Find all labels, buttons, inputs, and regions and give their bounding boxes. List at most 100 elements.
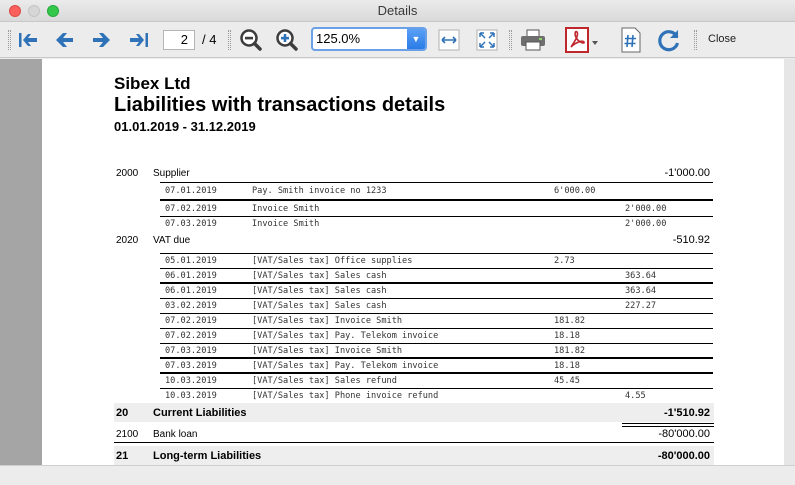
transaction-date: 05.01.2019 — [165, 256, 217, 266]
zoom-select[interactable]: 125.0% ▼ — [311, 27, 427, 51]
toolbar-grip — [694, 30, 697, 50]
total-name: Long-term Liabilities — [153, 450, 262, 462]
transaction-date: 07.03.2019 — [165, 361, 217, 371]
transaction-date: 07.02.2019 — [165, 331, 217, 341]
transaction-row: 07.02.2019 Invoice Smith 2'000.00 — [160, 201, 713, 216]
total-balance: -1'510.92 — [663, 407, 710, 419]
transaction-row: 10.03.2019 [VAT/Sales tax] Sales refund … — [160, 373, 713, 388]
prev-page-button[interactable] — [52, 26, 76, 54]
page-number-input[interactable]: 2 — [163, 30, 195, 50]
toolbar: 2 / 4 125.0% ▼ Close — [0, 22, 795, 58]
transaction-text: [VAT/Sales tax] Sales cash — [252, 271, 387, 281]
page-total-label: / 4 — [202, 32, 217, 47]
report-page: Sibex Ltd Liabilities with transactions … — [42, 59, 784, 465]
details-window: Details 2 / 4 125.0% ▼ Close Sibex Ltd L… — [0, 0, 795, 485]
next-page-icon — [93, 33, 110, 47]
transaction-date: 10.03.2019 — [165, 391, 217, 401]
transaction-text: [VAT/Sales tax] Sales cash — [252, 286, 387, 296]
transaction-row: 03.02.2019 [VAT/Sales tax] Sales cash 22… — [160, 298, 713, 313]
transaction-debit: 18.18 — [554, 331, 580, 341]
transaction-text: [VAT/Sales tax] Phone invoice refund — [252, 391, 439, 401]
transaction-date: 03.02.2019 — [165, 301, 217, 311]
total-row: 21 Long-term Liabilities -80'000.00 — [114, 446, 714, 465]
first-page-icon — [19, 33, 37, 47]
report-company: Sibex Ltd — [114, 74, 191, 93]
account-row: 2020 VAT due -510.92 — [114, 233, 714, 248]
print-button[interactable] — [518, 26, 548, 54]
account-name: Supplier — [153, 168, 190, 179]
transaction-row: 07.03.2019 [VAT/Sales tax] Invoice Smith… — [160, 343, 713, 358]
report-period: 01.01.2019 - 31.12.2019 — [114, 119, 256, 134]
transaction-date: 07.02.2019 — [165, 316, 217, 326]
transaction-debit: 6'000.00 — [554, 186, 596, 196]
transaction-text: [VAT/Sales tax] Pay. Telekom invoice — [252, 361, 439, 371]
transaction-row: 10.03.2019 [VAT/Sales tax] Phone invoice… — [160, 388, 713, 403]
transaction-date: 06.01.2019 — [165, 286, 217, 296]
transaction-debit: 181.82 — [554, 346, 586, 356]
next-page-button[interactable] — [90, 26, 114, 54]
transaction-debit: 181.82 — [554, 316, 586, 326]
transaction-date: 07.03.2019 — [165, 219, 217, 229]
transaction-text: [VAT/Sales tax] Invoice Smith — [252, 316, 403, 326]
toolbar-grip — [8, 30, 11, 50]
transaction-row: 07.02.2019 [VAT/Sales tax] Invoice Smith… — [160, 313, 713, 328]
export-pdf-button[interactable] — [562, 26, 602, 54]
page-number-button[interactable] — [618, 26, 644, 54]
transaction-text: [VAT/Sales tax] Office supplies — [252, 256, 413, 266]
toolbar-grip — [228, 30, 231, 50]
title-bar: Details — [0, 0, 795, 22]
chevron-down-icon[interactable]: ▼ — [407, 29, 425, 49]
transaction-credit: 363.64 — [625, 271, 657, 281]
total-code: 20 — [116, 407, 129, 419]
report-title: Liabilities with transactions details — [114, 94, 446, 116]
close-button[interactable]: Close — [708, 33, 736, 45]
refresh-icon — [658, 30, 680, 52]
refresh-button[interactable] — [655, 26, 683, 54]
status-bar — [0, 465, 795, 485]
transaction-text: Invoice Smith — [252, 204, 320, 214]
transaction-text: Invoice Smith — [252, 219, 320, 229]
transaction-row: 07.03.2019 Invoice Smith 2'000.00 — [160, 216, 713, 231]
account-code: 2020 — [116, 235, 139, 246]
window-title: Details — [377, 3, 418, 18]
pdf-icon — [565, 27, 598, 53]
zoom-out-button[interactable] — [238, 26, 264, 54]
zoom-in-button[interactable] — [274, 26, 300, 54]
transaction-credit: 2'000.00 — [625, 204, 667, 214]
transaction-row: 07.02.2019 [VAT/Sales tax] Pay. Telekom … — [160, 328, 713, 343]
zoom-in-icon — [276, 29, 298, 51]
account-balance: -80'000.00 — [658, 428, 710, 440]
row-separator — [114, 442, 714, 443]
total-row: 20 Current Liabilities -1'510.92 — [114, 403, 714, 422]
transaction-debit: 18.18 — [554, 361, 580, 371]
transaction-credit: 4.55 — [625, 391, 646, 401]
account-row: 2000 Supplier -1'000.00 — [114, 166, 714, 181]
transaction-row: 07.03.2019 [VAT/Sales tax] Pay. Telekom … — [160, 358, 713, 373]
account-name: VAT due — [153, 235, 191, 246]
account-row: 2100 Bank loan -80'000.00 — [114, 427, 714, 442]
transaction-text: Pay. Smith invoice no 1233 — [252, 186, 387, 196]
document-view[interactable]: Sibex Ltd Liabilities with transactions … — [0, 59, 795, 465]
account-name: Bank loan — [153, 429, 198, 440]
vertical-scrollbar[interactable] — [784, 59, 795, 465]
document-margin-left — [0, 59, 42, 465]
transaction-date: 06.01.2019 — [165, 271, 217, 281]
transaction-credit: 363.64 — [625, 286, 657, 296]
fit-width-button[interactable] — [437, 26, 461, 54]
transaction-credit: 2'000.00 — [625, 219, 667, 229]
total-name: Current Liabilities — [153, 407, 247, 419]
account-code: 2000 — [116, 168, 139, 179]
transaction-text: [VAT/Sales tax] Invoice Smith — [252, 346, 403, 356]
transaction-text: [VAT/Sales tax] Sales cash — [252, 301, 387, 311]
account-balance: -510.92 — [672, 234, 710, 246]
transaction-row: 06.01.2019 [VAT/Sales tax] Sales cash 36… — [160, 283, 713, 298]
fit-page-icon — [476, 29, 498, 51]
fit-page-button[interactable] — [475, 26, 499, 54]
transaction-row: 05.01.2019 [VAT/Sales tax] Office suppli… — [160, 253, 713, 268]
first-page-button[interactable] — [16, 26, 40, 54]
last-page-button[interactable] — [127, 26, 151, 54]
zoom-out-icon — [240, 29, 262, 51]
transaction-debit: 45.45 — [554, 376, 580, 386]
account-code: 2100 — [116, 429, 139, 440]
last-page-icon — [130, 33, 148, 47]
